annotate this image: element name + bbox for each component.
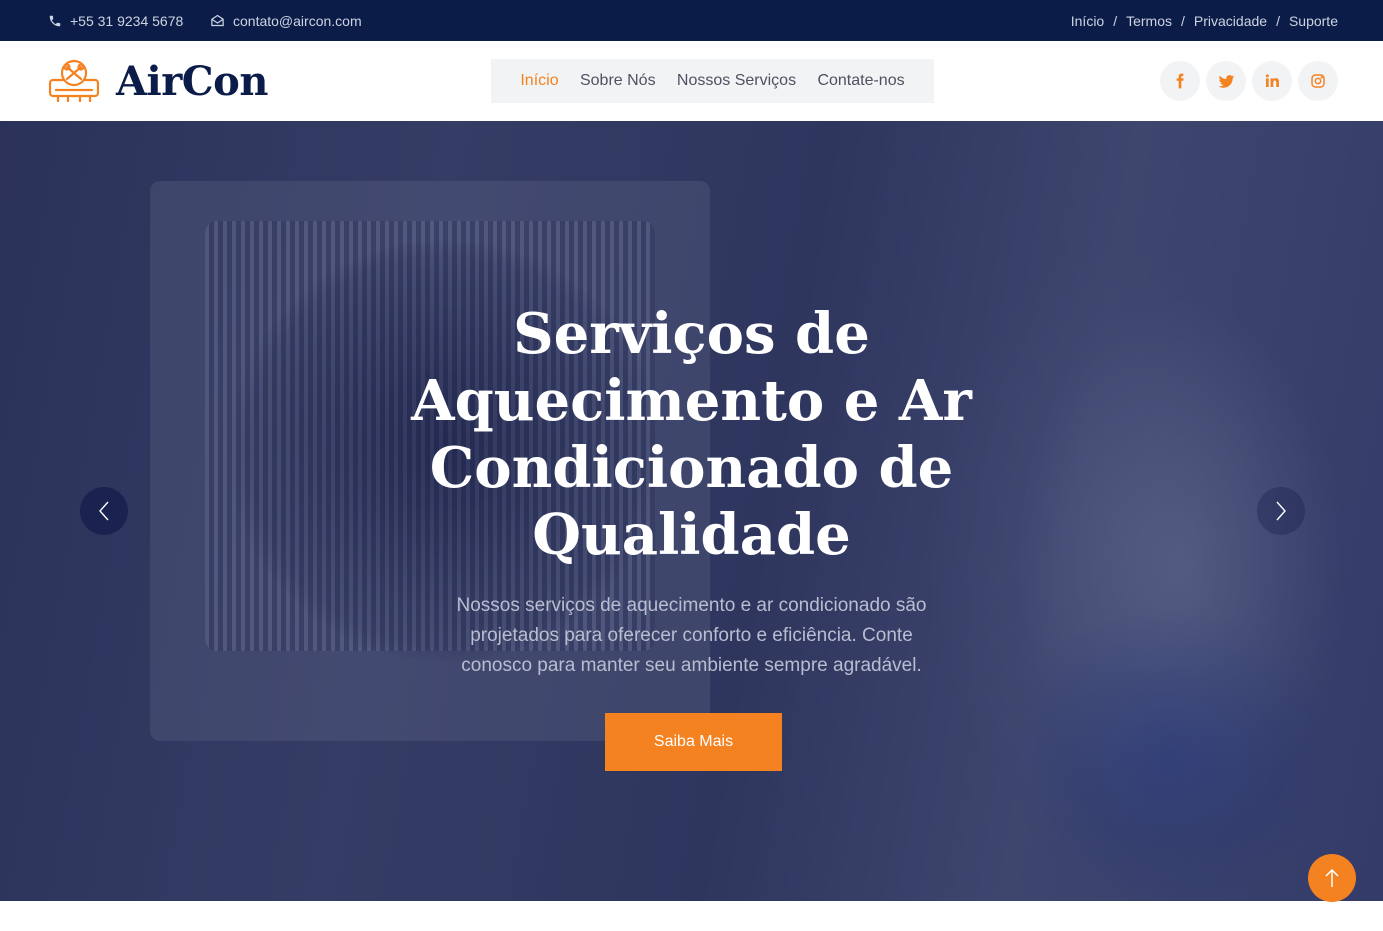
hero-title: Serviços de Aquecimento e Ar Condicionad…	[411, 301, 972, 568]
main-nav: Início Sobre Nós Nossos Serviços Contate…	[491, 59, 934, 103]
link-separator: /	[1113, 12, 1118, 29]
nav-item-inicio[interactable]: Início	[520, 72, 558, 90]
brand-name: AirCon	[116, 57, 268, 105]
facebook-icon	[1176, 73, 1184, 89]
facebook-button[interactable]	[1160, 61, 1200, 101]
phone-number: +55 31 9234 5678	[70, 12, 184, 29]
link-separator: /	[1276, 12, 1280, 29]
hero-slider: Serviços de Aquecimento e Ar Condicionad…	[0, 121, 1383, 901]
instagram-icon	[1311, 74, 1325, 88]
nav-item-sobre-nos[interactable]: Sobre Nós	[580, 72, 656, 90]
top-bar: +55 31 9234 5678 contato@aircon.com Iníc…	[0, 0, 1383, 41]
aircon-logo-icon	[48, 59, 100, 103]
email-contact[interactable]: contato@aircon.com	[210, 0, 362, 41]
social-links	[1160, 61, 1338, 101]
envelope-open-icon	[211, 14, 224, 27]
phone-icon	[49, 15, 61, 26]
site-header: AirCon Início Sobre Nós Nossos Serviços …	[0, 41, 1383, 121]
back-to-top-button[interactable]	[1308, 854, 1356, 902]
top-link-privacidade[interactable]: Privacidade	[1194, 13, 1267, 29]
twitter-icon	[1218, 74, 1234, 88]
top-link-suporte[interactable]: Suporte	[1289, 13, 1338, 29]
linkedin-icon	[1265, 74, 1279, 87]
instagram-button[interactable]	[1298, 61, 1338, 101]
phone-contact[interactable]: +55 31 9234 5678	[48, 0, 183, 41]
nav-item-nossos-servicos[interactable]: Nossos Serviços	[677, 72, 796, 90]
arrow-up-icon	[1325, 868, 1339, 887]
twitter-button[interactable]	[1206, 61, 1246, 101]
hero-description: Nossos serviços de aquecimento e ar cond…	[456, 595, 927, 676]
nav-item-contate-nos[interactable]: Contate-nos	[817, 72, 904, 90]
top-link-inicio[interactable]: Início	[1071, 13, 1104, 29]
brand-logo-link[interactable]: AirCon	[48, 41, 268, 121]
top-link-termos[interactable]: Termos	[1126, 13, 1172, 29]
slider-next-button[interactable]	[1257, 487, 1305, 535]
linkedin-button[interactable]	[1252, 61, 1292, 101]
slider-prev-button[interactable]	[80, 487, 128, 535]
top-links: Início / Termos / Privacidade / Suporte	[1071, 0, 1338, 41]
saiba-mais-button[interactable]: Saiba Mais	[605, 713, 782, 771]
email-address: contato@aircon.com	[233, 12, 362, 29]
chevron-right-icon	[1276, 501, 1286, 521]
link-separator: /	[1181, 12, 1185, 29]
chevron-left-icon	[99, 501, 109, 521]
